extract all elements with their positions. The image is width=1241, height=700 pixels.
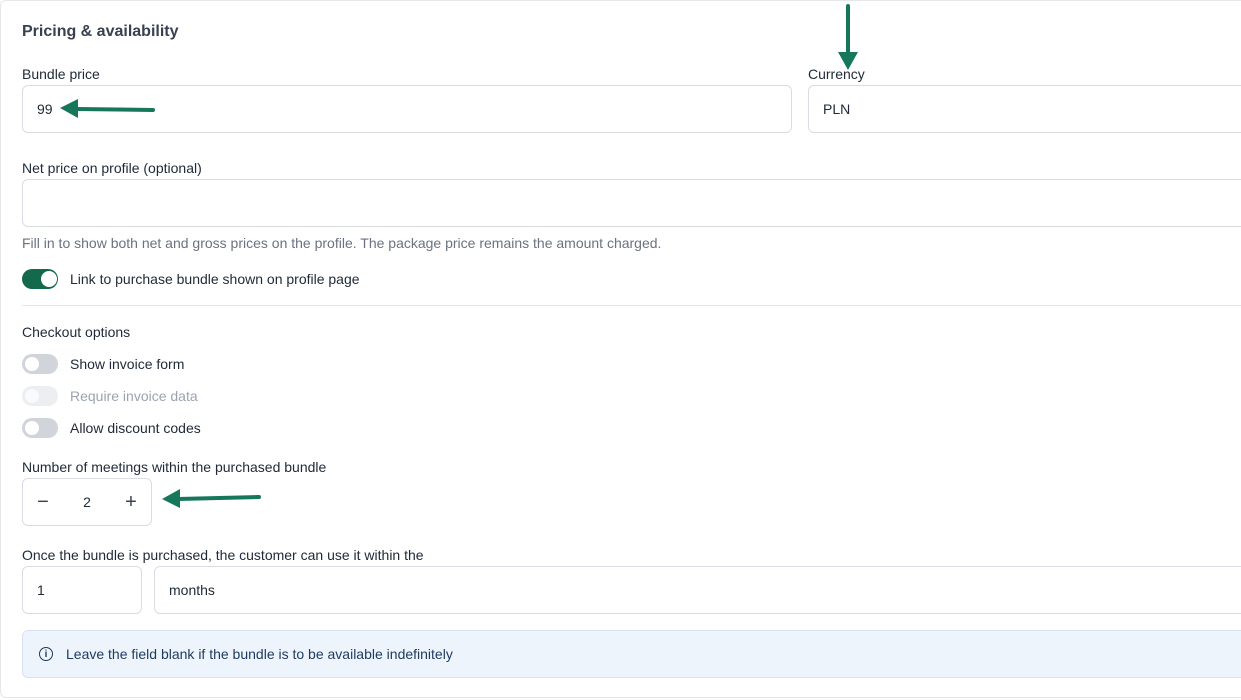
validity-amount-input[interactable]: 1 <box>22 566 142 614</box>
validity-amount-value: 1 <box>37 582 45 598</box>
toggle-knob <box>25 357 39 371</box>
show-invoice-form-label: Show invoice form <box>70 356 185 372</box>
validity-label: Once the bundle is purchased, the custom… <box>22 547 424 563</box>
show-invoice-form-toggle[interactable] <box>22 354 58 374</box>
net-price-helper-text: Fill in to show both net and gross price… <box>22 235 662 251</box>
meetings-stepper[interactable]: − 2 + <box>22 478 152 526</box>
increment-button[interactable]: + <box>111 479 151 525</box>
validity-unit-value: months <box>169 582 215 598</box>
profile-link-toggle-label: Link to purchase bundle shown on profile… <box>70 271 360 287</box>
toggle-knob <box>41 271 57 287</box>
toggle-knob <box>25 389 39 403</box>
net-price-label: Net price on profile (optional) <box>22 160 202 176</box>
section-title: Pricing & availability <box>22 23 179 40</box>
bundle-price-value: 99 <box>37 101 53 117</box>
allow-discount-codes-label: Allow discount codes <box>70 420 201 436</box>
decrement-button[interactable]: − <box>23 479 63 525</box>
pricing-card: Pricing & availability Bundle price 99 C… <box>0 0 1241 698</box>
profile-link-toggle[interactable] <box>22 269 58 289</box>
annotation-arrow-left-icon <box>60 99 155 118</box>
info-alert: i Leave the field blank if the bundle is… <box>22 630 1241 678</box>
currency-value: PLN <box>823 101 851 117</box>
net-price-input[interactable] <box>22 179 1241 227</box>
info-icon: i <box>39 647 53 661</box>
allow-discount-codes-toggle[interactable] <box>22 418 58 438</box>
checkout-options-title: Checkout options <box>22 324 131 340</box>
meetings-value[interactable]: 2 <box>67 479 107 525</box>
meetings-label: Number of meetings within the purchased … <box>22 459 327 475</box>
currency-select[interactable]: PLN <box>808 85 1241 133</box>
annotation-arrow-left-icon <box>162 489 261 508</box>
section-divider <box>22 305 1241 306</box>
toggle-knob <box>25 421 39 435</box>
bundle-price-label: Bundle price <box>22 66 100 82</box>
require-invoice-data-toggle[interactable] <box>22 386 58 406</box>
annotation-arrow-down-icon <box>838 4 858 70</box>
info-alert-text: Leave the field blank if the bundle is t… <box>66 646 453 662</box>
validity-unit-select[interactable]: months <box>154 566 1241 614</box>
require-invoice-data-label: Require invoice data <box>70 388 198 404</box>
